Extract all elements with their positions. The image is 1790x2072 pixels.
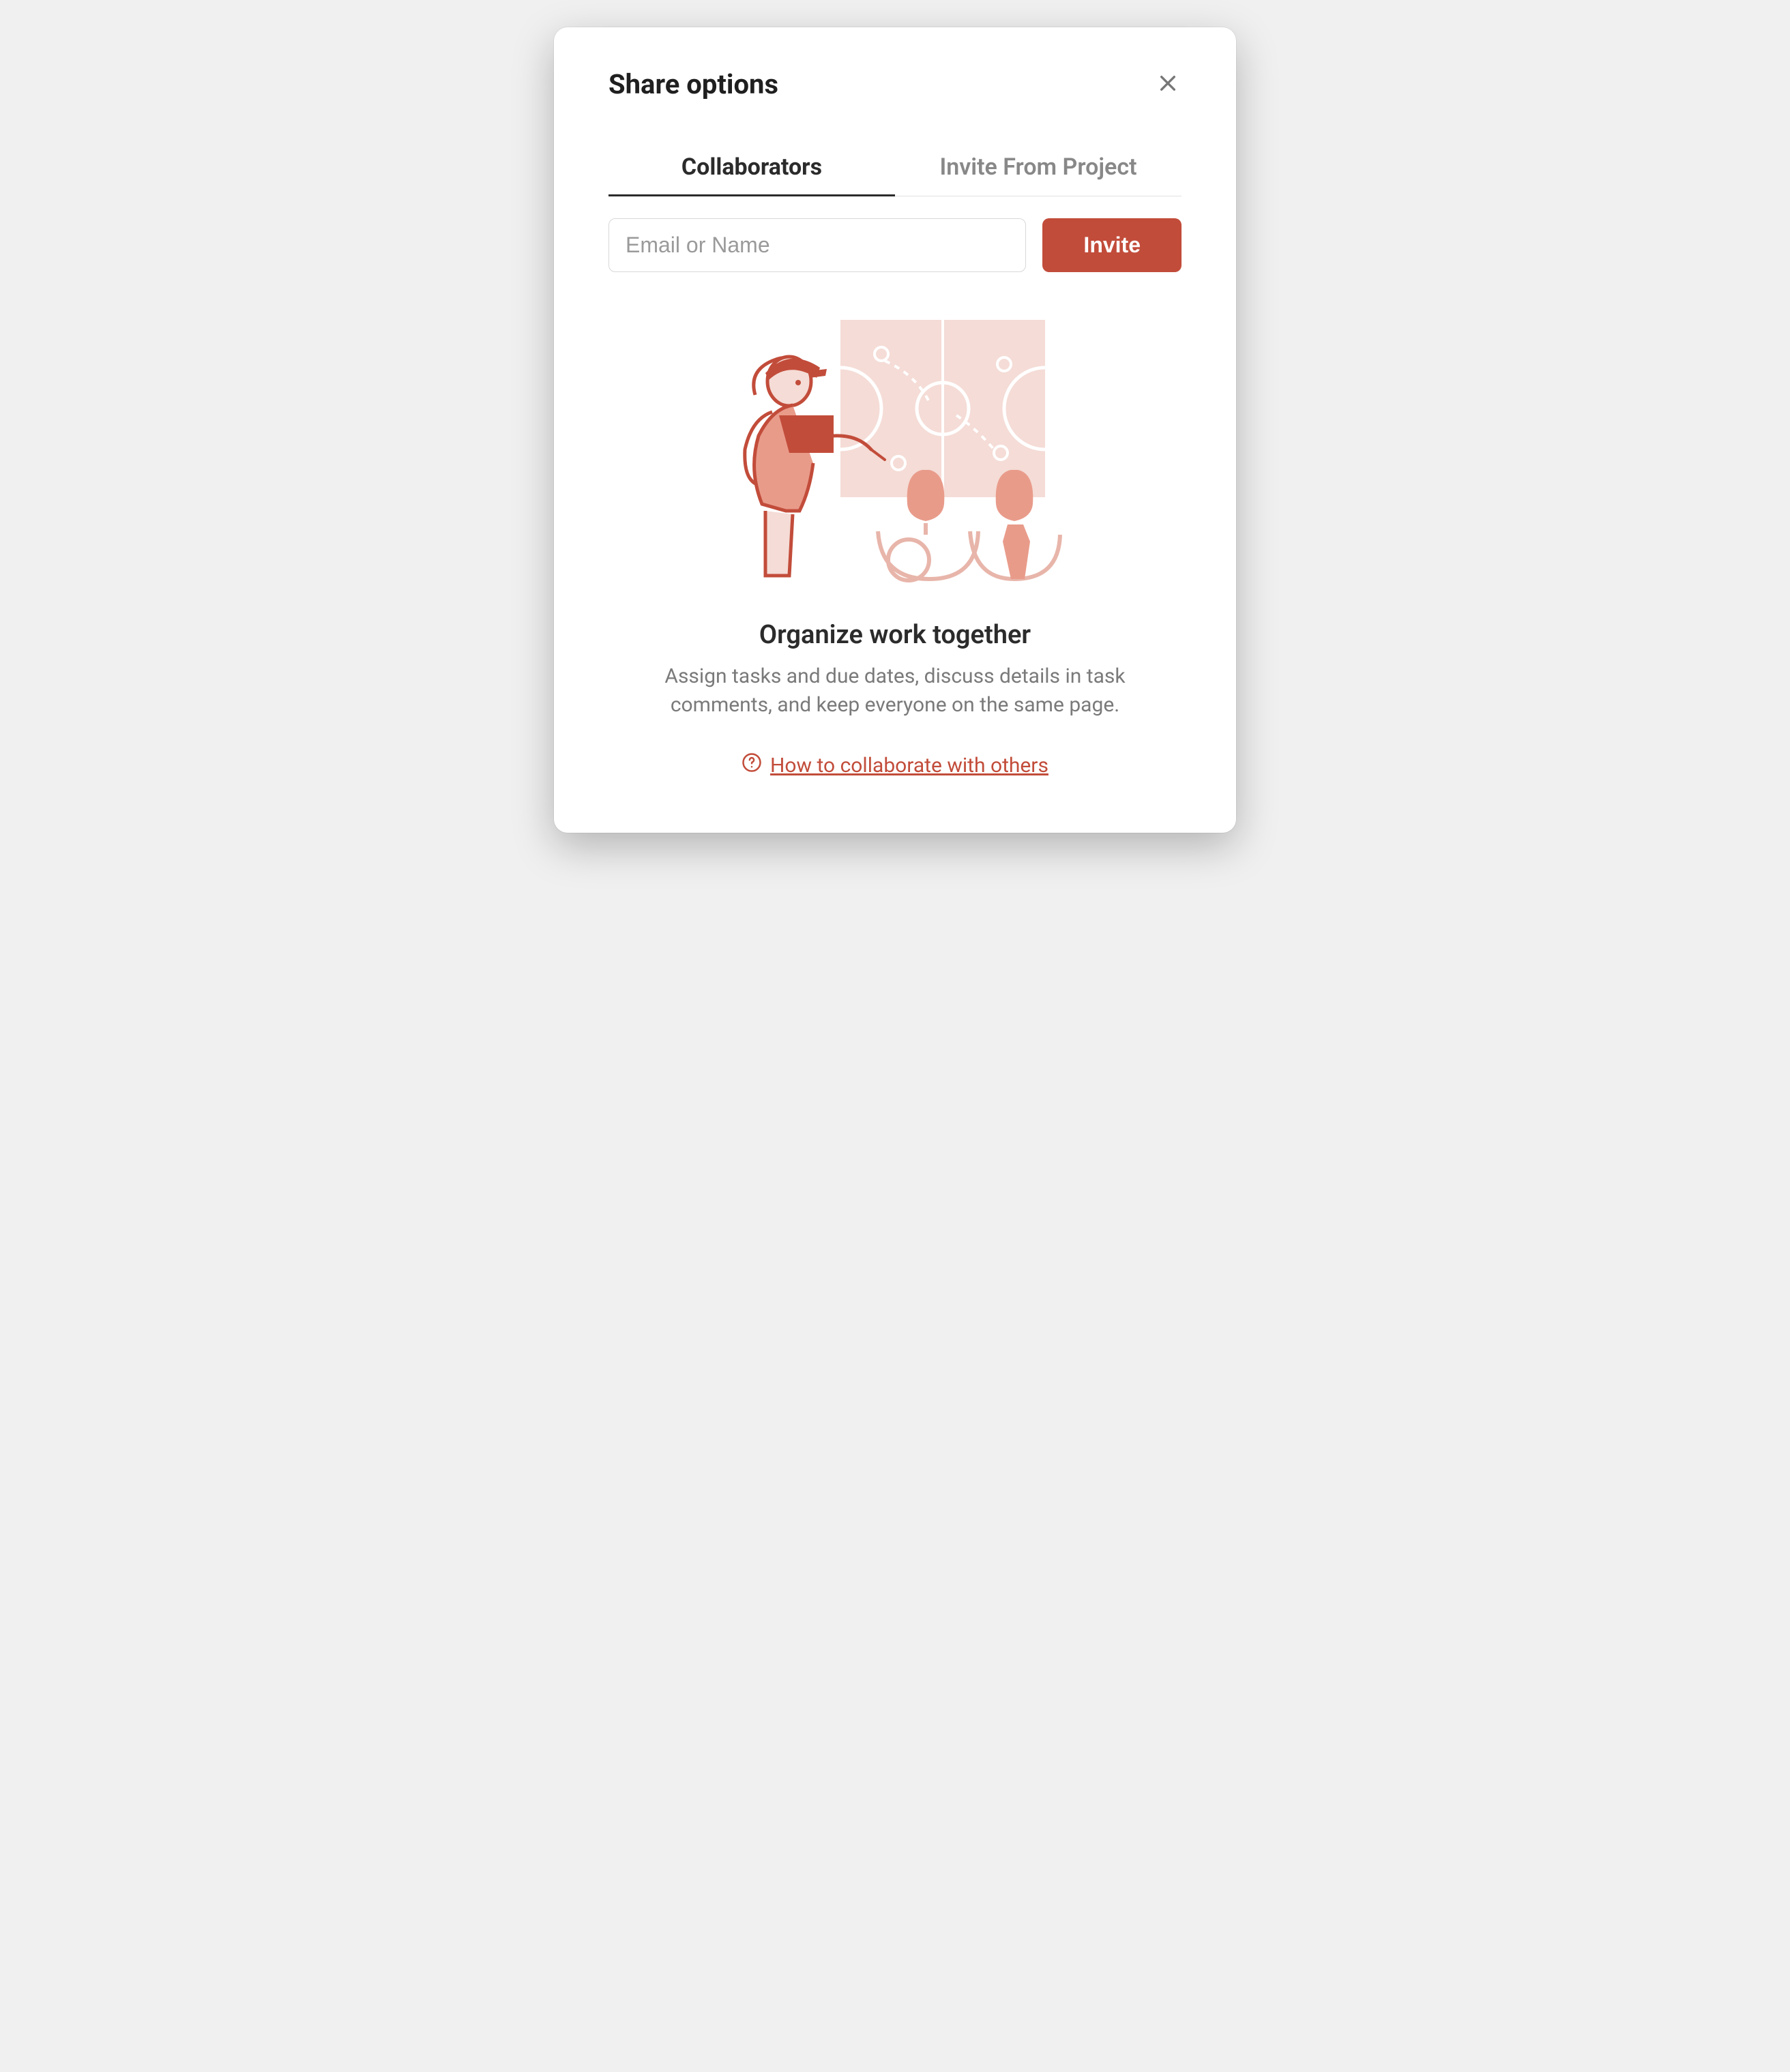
help-icon [742,752,762,778]
invite-row: Invite [608,218,1182,272]
help-link[interactable]: How to collaborate with others [742,752,1048,778]
illustration [608,306,1182,593]
tab-label: Collaborators [681,153,822,181]
close-button[interactable] [1154,71,1182,98]
tab-label: Invite From Project [939,153,1136,181]
tab-collaborators[interactable]: Collaborators [608,141,895,196]
close-icon [1157,72,1179,96]
tabs: Collaborators Invite From Project [608,141,1182,196]
modal-header: Share options [608,68,1182,100]
content-description: Assign tasks and due dates, discuss deta… [608,662,1182,720]
share-options-modal: Share options Collaborators Invite From … [554,27,1236,833]
invite-button[interactable]: Invite [1042,218,1182,272]
content: Organize work together Assign tasks and … [608,620,1182,778]
invite-input[interactable] [608,218,1026,272]
collaboration-illustration-icon [724,306,1066,593]
help-link-label: How to collaborate with others [770,754,1048,778]
modal-title: Share options [608,68,778,100]
tab-invite-from-project[interactable]: Invite From Project [895,141,1182,196]
content-title: Organize work together [608,620,1182,650]
